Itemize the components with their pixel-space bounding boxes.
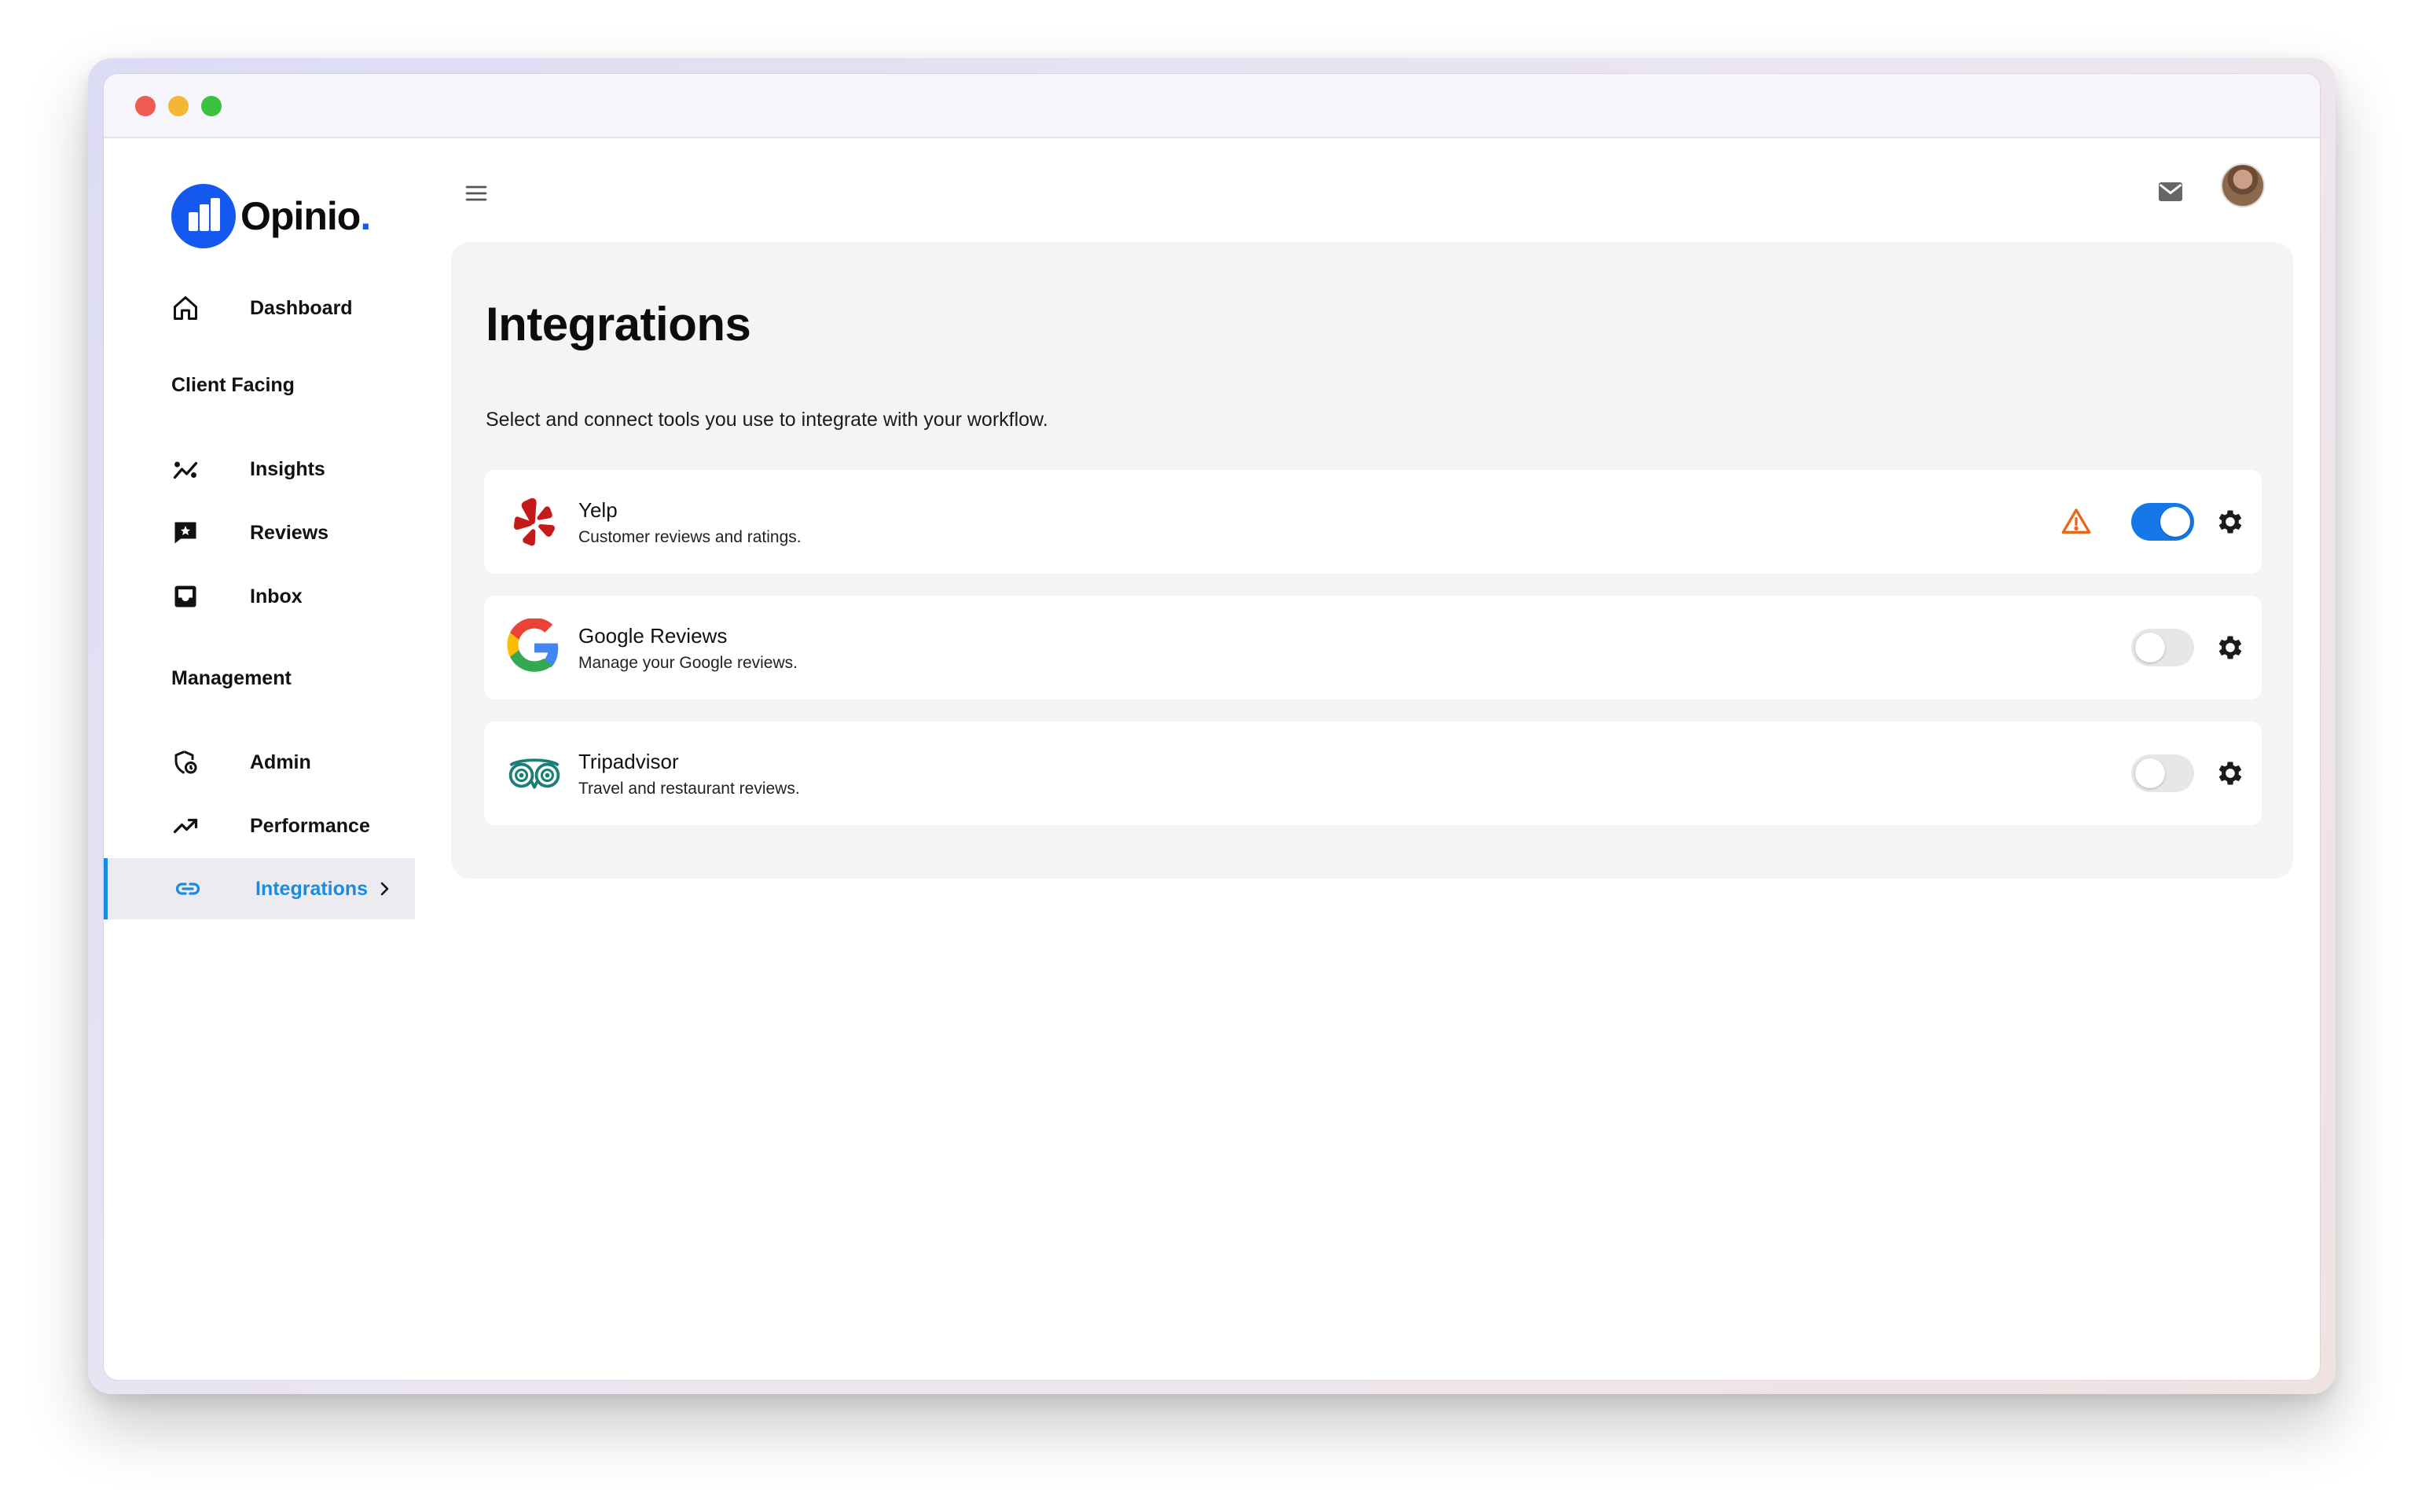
app-window: Opinio. Dashboard Client Facing Insights… [104,74,2320,1380]
integration-card-tripadvisor: Tripadvisor Travel and restaurant review… [484,721,2262,825]
inbox-icon [170,581,201,612]
integration-toggle[interactable] [2131,503,2194,541]
sidebar-item-label: Dashboard [250,296,353,319]
brand-logo[interactable]: Opinio. [171,184,371,248]
insights-icon [170,453,201,485]
minimize-window-button[interactable] [168,96,189,116]
section-label-management: Management [171,667,292,689]
home-icon [170,292,201,324]
sidebar-item-label: Performance [250,814,370,837]
integration-toggle[interactable] [2131,754,2194,792]
integration-description: Manage your Google reviews. [578,654,798,672]
gear-icon[interactable] [2215,506,2246,538]
sidebar-item-insights[interactable]: Insights [104,439,415,500]
maximize-window-button[interactable] [201,96,222,116]
hamburger-menu-icon[interactable] [461,178,492,209]
chevron-right-icon [380,882,389,896]
warning-icon[interactable] [2061,506,2092,538]
integration-description: Customer reviews and ratings. [578,528,802,546]
integration-card-google-reviews: Google Reviews Manage your Google review… [484,596,2262,699]
brand-name: Opinio. [240,194,371,238]
gear-icon[interactable] [2215,632,2246,663]
sidebar-item-performance[interactable]: Performance [104,795,415,857]
logo-mark-icon [171,184,236,248]
sidebar-item-inbox[interactable]: Inbox [104,566,415,627]
integrations-panel: Integrations Select and connect tools yo… [451,242,2293,879]
gear-icon[interactable] [2215,758,2246,789]
toggle-knob [2135,633,2165,662]
google-logo-icon [505,618,564,677]
tripadvisor-logo-icon [505,743,564,803]
yelp-logo-icon [505,492,564,552]
mail-icon[interactable] [2147,168,2194,215]
sidebar-item-label: Inbox [250,585,303,607]
sidebar: Opinio. Dashboard Client Facing Insights… [104,138,415,1380]
integration-name: Yelp [578,498,618,522]
user-avatar[interactable] [2221,163,2265,207]
page-title: Integrations [486,298,751,350]
sidebar-item-label: Admin [250,750,311,773]
link-icon [172,873,204,905]
integration-name: Google Reviews [578,624,728,648]
trending-up-icon [170,810,201,842]
integration-card-yelp: Yelp Customer reviews and ratings. [484,470,2262,574]
page-subtitle: Select and connect tools you use to inte… [486,409,1048,431]
sidebar-item-dashboard[interactable]: Dashboard [104,277,415,339]
sidebar-item-reviews[interactable]: Reviews [104,502,415,563]
integration-toggle[interactable] [2131,629,2194,666]
reviews-icon [170,517,201,549]
section-label-client-facing: Client Facing [171,374,295,396]
integration-name: Tripadvisor [578,750,679,773]
admin-shield-icon [170,747,201,778]
integration-description: Travel and restaurant reviews. [578,780,800,798]
sidebar-item-admin[interactable]: Admin [104,732,415,793]
sidebar-item-label: Insights [250,457,325,480]
toggle-knob [2160,507,2190,537]
toggle-knob [2135,758,2165,788]
close-window-button[interactable] [135,96,156,116]
sidebar-item-label: Reviews [250,521,329,544]
sidebar-item-integrations[interactable]: Integrations [104,858,415,919]
title-bar [104,74,2320,138]
sidebar-item-label: Integrations [255,877,369,900]
